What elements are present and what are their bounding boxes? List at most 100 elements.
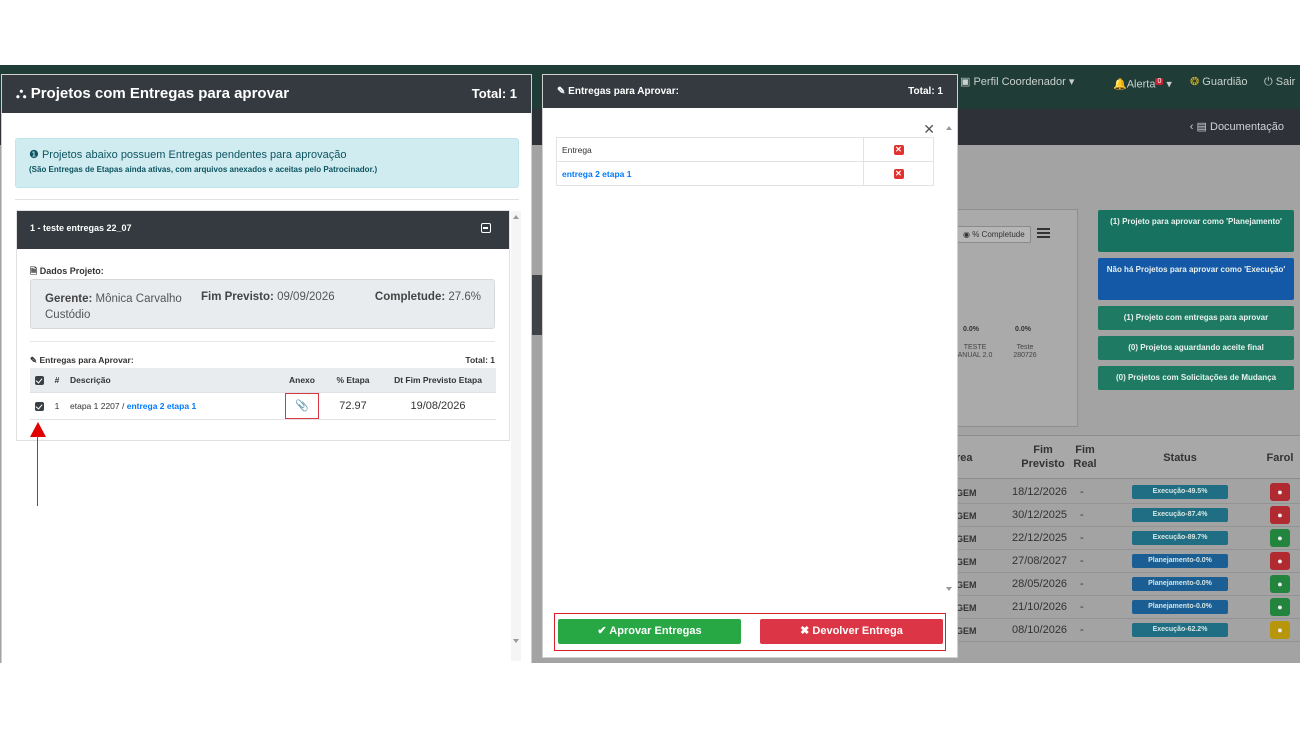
table-row[interactable]: GEM 18/12/2026- Execução-49.5% ● bbox=[940, 481, 1300, 504]
remove-all-icon[interactable]: ✕ bbox=[893, 145, 904, 155]
side-button-mudanca[interactable]: (0) Projetos com Solicitações de Mudança bbox=[1098, 366, 1294, 390]
col-fim-real: Fim Real bbox=[1073, 444, 1097, 470]
row-dt: 19/08/2026 bbox=[380, 391, 496, 420]
entregas-aprovar-header: Entrega ✕ bbox=[556, 137, 934, 162]
row-fim-previsto: 21/10/2026 bbox=[1012, 601, 1068, 613]
row-fim-previsto: 27/08/2027 bbox=[1012, 555, 1068, 567]
paperclip-icon: ✎ bbox=[30, 355, 38, 365]
side-button-entregas[interactable]: (1) Projeto com entregas para aprovar bbox=[1098, 306, 1294, 330]
scroll-up-icon[interactable] bbox=[946, 126, 952, 130]
gerente-label: Gerente: bbox=[45, 293, 93, 305]
status-badge: Execução-87.4% bbox=[1132, 508, 1228, 522]
status-badge: Planejamento-0.0% bbox=[1132, 554, 1228, 568]
table-row[interactable]: GEM 08/10/2026- Execução-62.2% ● bbox=[940, 619, 1300, 642]
col-descricao: Descrição bbox=[66, 368, 278, 393]
modal-projetos-total: Total: 1 bbox=[471, 86, 517, 101]
file-icon: 🗎 bbox=[30, 266, 38, 276]
farol-icon: ● bbox=[1270, 598, 1290, 616]
entregas-table-header: # Descrição Anexo % Etapa Dt Fim Previst… bbox=[30, 368, 496, 393]
row-area: GEM bbox=[956, 488, 977, 498]
entregas-table: # Descrição Anexo % Etapa Dt Fim Previst… bbox=[30, 368, 496, 420]
chart-value-1: 0.0% bbox=[963, 326, 979, 333]
side-button-planejamento[interactable]: (1) Projeto para aprovar como 'Planejame… bbox=[1098, 210, 1294, 252]
hamburger-menu-icon[interactable] bbox=[1037, 228, 1050, 238]
annotation-arrow-head bbox=[30, 422, 46, 437]
row-fim-real: - bbox=[1080, 555, 1084, 567]
nav-alerta[interactable]: 🔔Alerta 0 ▾ bbox=[1113, 65, 1172, 99]
scrollbar[interactable] bbox=[944, 115, 954, 599]
row-checkbox[interactable] bbox=[30, 391, 48, 420]
chart-caption-2: Teste 280726 bbox=[1013, 344, 1037, 359]
farol-icon: ● bbox=[1270, 506, 1290, 524]
status-badge: Execução-49.5% bbox=[1132, 485, 1228, 499]
row-entrega-link[interactable]: entrega 2 etapa 1 bbox=[562, 169, 631, 179]
modal-entregas-total: Total: 1 bbox=[908, 86, 943, 97]
power-icon: ⏻ bbox=[1264, 76, 1273, 88]
table-row[interactable]: GEM 21/10/2026- Planejamento-0.0% ● bbox=[940, 596, 1300, 619]
col-status: Status bbox=[1163, 452, 1197, 464]
farol-icon: ● bbox=[1270, 621, 1290, 639]
modal-projetos-entregas: ⛬ Projetos com Entregas para aprovar Tot… bbox=[1, 74, 532, 663]
checkbox-checked-icon bbox=[34, 401, 44, 411]
fim-previsto-label: Fim Previsto: bbox=[201, 291, 274, 303]
sitemap-icon: ⛬ bbox=[16, 85, 27, 102]
info-alert: ❶ Projetos abaixo possuem Entregas pende… bbox=[15, 138, 519, 188]
scroll-down-icon[interactable] bbox=[946, 587, 952, 591]
side-button-aceite[interactable]: (0) Projetos aguardando aceite final bbox=[1098, 336, 1294, 360]
nav-perfil[interactable]: ▣ Perfil Coordenador ▾ bbox=[960, 65, 1074, 99]
modal-projetos-title: ⛬ Projetos com Entregas para aprovar bbox=[16, 85, 289, 102]
row-entrega-link[interactable]: entrega 2 etapa 1 bbox=[127, 401, 196, 411]
col-pct-etapa: % Etapa bbox=[326, 368, 380, 393]
modal-projetos-header: ⛬ Projetos com Entregas para aprovar Tot… bbox=[2, 75, 531, 113]
row-fim-previsto: 08/10/2026 bbox=[1012, 624, 1068, 636]
dados-projeto-text: Dados Projeto: bbox=[39, 266, 104, 276]
nav-guardiao[interactable]: ❂ Guardião bbox=[1190, 65, 1248, 99]
table-row[interactable]: GEM 22/12/2025- Execução-89.7% ● bbox=[940, 527, 1300, 550]
nav-sair[interactable]: ⏻ Sair bbox=[1264, 65, 1295, 99]
project-card-header: 1 - teste entregas 22_07 bbox=[17, 211, 509, 249]
return-entrega-button[interactable]: ✖ Devolver Entrega bbox=[760, 619, 943, 644]
side-button-mudanca-label: (0) Projetos com Solicitações de Mudança bbox=[1115, 373, 1277, 382]
row-fim-real: - bbox=[1080, 509, 1084, 521]
close-icon[interactable]: ✕ bbox=[923, 122, 935, 136]
remove-row-icon[interactable]: ✕ bbox=[893, 169, 904, 179]
col-farol: Farol bbox=[1266, 452, 1294, 464]
row-fim-real: - bbox=[1080, 578, 1084, 590]
table-row[interactable]: GEM 28/05/2026- Planejamento-0.0% ● bbox=[940, 573, 1300, 596]
chart-legend-label: % Completude bbox=[972, 230, 1025, 239]
collapse-icon[interactable] bbox=[481, 223, 491, 233]
modal-entregas-title: ✎ Entregas para Aprovar: bbox=[557, 86, 679, 97]
select-all-checkbox[interactable] bbox=[30, 368, 48, 393]
row-fim-real: - bbox=[1080, 624, 1084, 636]
row-fim-previsto: 30/12/2025 bbox=[1012, 509, 1068, 521]
documentacao-label: Documentação bbox=[1210, 121, 1284, 133]
modal-entregas-header: ✎ Entregas para Aprovar: Total: 1 bbox=[543, 75, 957, 108]
row-area: GEM bbox=[956, 626, 977, 636]
nav-guardiao-label: Guardião bbox=[1202, 76, 1248, 88]
status-badge: Planejamento-0.0% bbox=[1132, 600, 1228, 614]
documentacao-link[interactable]: ‹ ▤ Documentação bbox=[1190, 109, 1284, 145]
scrollbar[interactable] bbox=[511, 211, 521, 661]
table-row[interactable]: GEM 27/08/2027- Planejamento-0.0% ● bbox=[940, 550, 1300, 573]
scroll-down-icon[interactable] bbox=[513, 639, 519, 643]
entregas-total: Total: 1 bbox=[465, 355, 495, 365]
remove-all-cell: ✕ bbox=[863, 137, 934, 162]
divider bbox=[15, 199, 519, 200]
scroll-up-icon[interactable] bbox=[513, 215, 519, 219]
bell-icon: 🔔 bbox=[1113, 78, 1127, 91]
row-fim-previsto: 18/12/2026 bbox=[1012, 486, 1068, 498]
info-icon: ❶ bbox=[29, 149, 39, 161]
attachment-icon[interactable]: 📎 bbox=[285, 392, 319, 419]
completude-field: Completude: 27.6% bbox=[375, 291, 481, 303]
footer-actions: ✔ Aprovar Entregas ✖ Devolver Entrega bbox=[554, 613, 946, 651]
row-area: GEM bbox=[956, 534, 977, 544]
row-fim-real: - bbox=[1080, 486, 1084, 498]
table-row[interactable]: GEM 30/12/2025- Execução-87.4% ● bbox=[940, 504, 1300, 527]
col-anexo: Anexo bbox=[278, 368, 326, 393]
divider bbox=[30, 341, 495, 342]
farol-icon: ● bbox=[1270, 529, 1290, 547]
approve-entregas-button[interactable]: ✔ Aprovar Entregas bbox=[558, 619, 741, 644]
guardian-icon: ❂ bbox=[1190, 76, 1200, 88]
side-button-execucao[interactable]: Não há Projetos para aprovar como 'Execu… bbox=[1098, 258, 1294, 300]
modal-projetos-title-text: Projetos com Entregas para aprovar bbox=[30, 85, 290, 102]
